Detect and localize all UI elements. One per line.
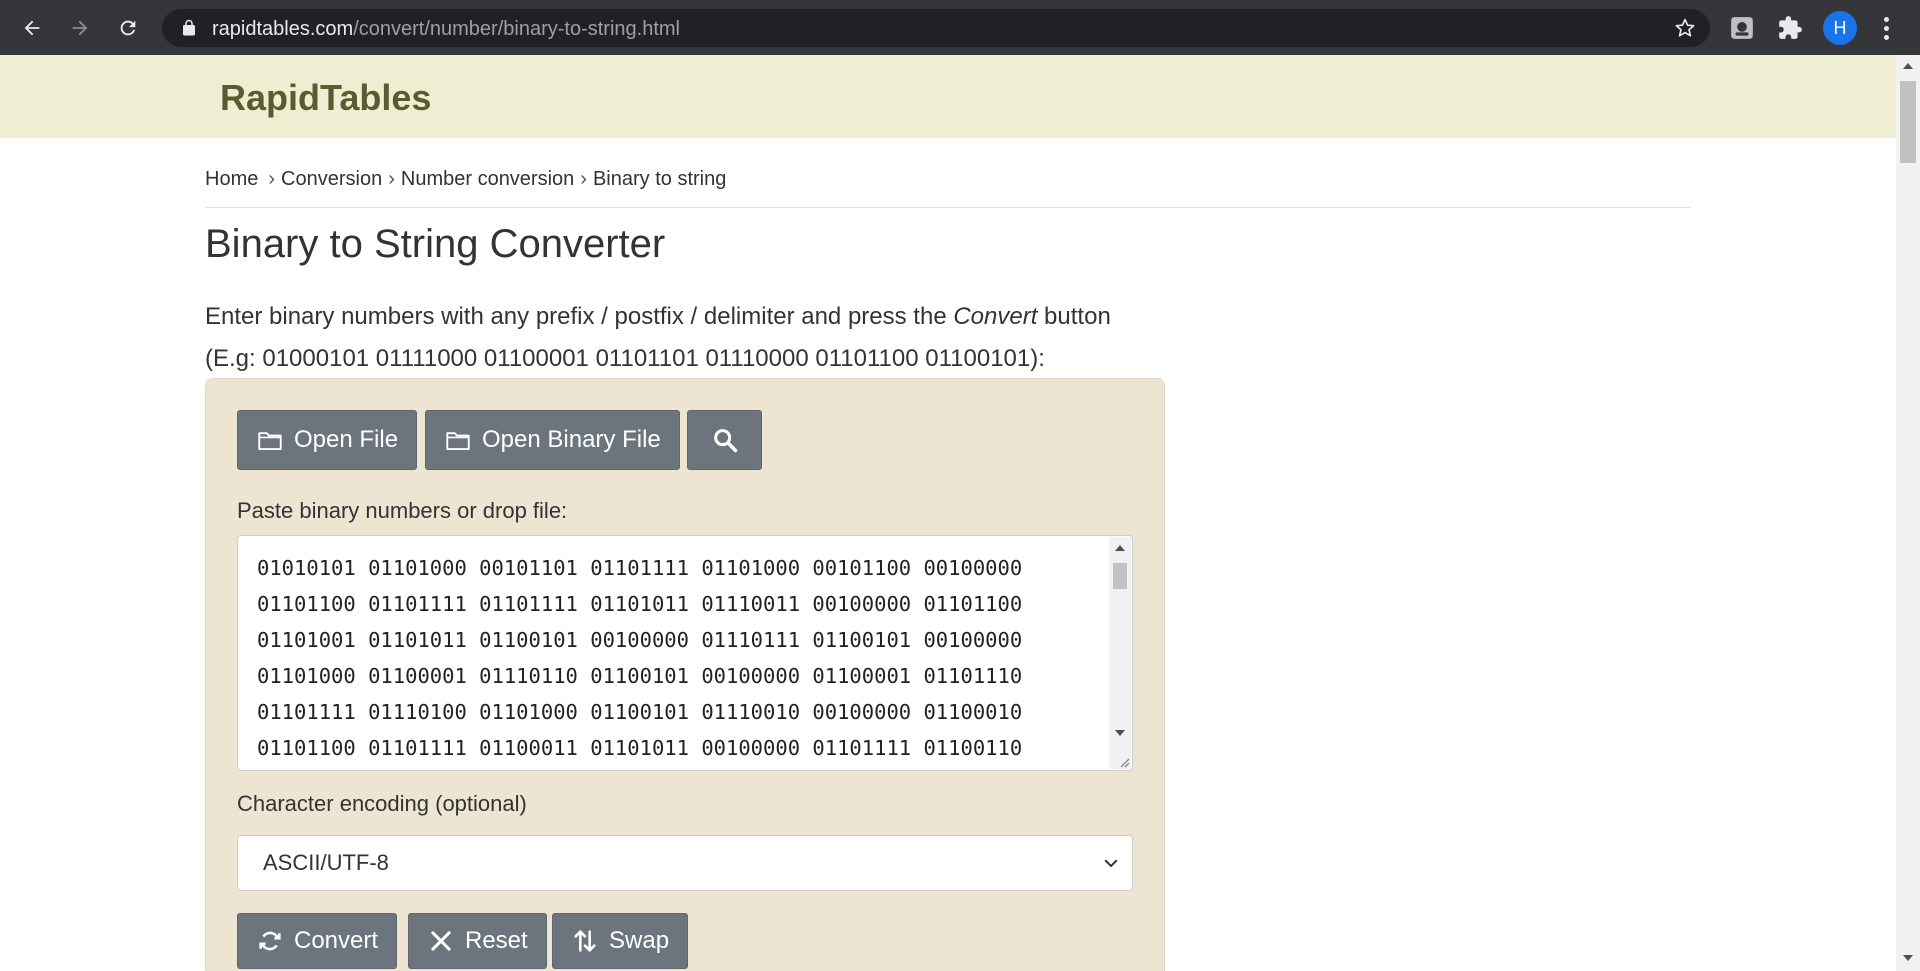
convert-label: Convert bbox=[294, 927, 379, 954]
scroll-down-arrow[interactable] bbox=[1903, 955, 1913, 961]
chevron-down-icon bbox=[1104, 859, 1118, 867]
breadcrumb-conversion[interactable]: Conversion bbox=[281, 168, 382, 190]
puzzle-icon bbox=[1779, 16, 1802, 39]
textarea-scroll-down[interactable] bbox=[1115, 730, 1125, 736]
close-icon bbox=[431, 931, 451, 951]
input-line: 01101111 01110100 01101000 01100101 0111… bbox=[257, 700, 1023, 724]
encoding-label: Character encoding (optional) bbox=[237, 791, 527, 816]
input-line: 01010101 01101000 00101101 01101111 0110… bbox=[257, 556, 1023, 580]
extension-icon bbox=[1731, 17, 1753, 39]
breadcrumb-current: Binary to string bbox=[592, 168, 727, 190]
intro-text: Enter binary numbers with any prefix / p… bbox=[205, 296, 1111, 380]
breadcrumb-divider bbox=[205, 207, 1691, 208]
reset-button[interactable]: Reset bbox=[408, 913, 547, 969]
url-text: rapidtables.com/convert/number/binary-to… bbox=[212, 18, 680, 41]
breadcrumb: Home › Conversion › Number conversion › Binary… bbox=[205, 168, 727, 190]
resize-grip-icon[interactable] bbox=[1116, 754, 1130, 768]
folder-icon bbox=[446, 432, 470, 451]
extension-button[interactable] bbox=[1728, 14, 1756, 42]
textarea-scroll-thumb[interactable] bbox=[1113, 563, 1127, 589]
encoding-select[interactable]: ASCII/UTF-8 bbox=[237, 835, 1133, 891]
swap-label: Swap bbox=[609, 927, 670, 954]
refresh-icon bbox=[259, 931, 281, 951]
reload-button[interactable] bbox=[110, 10, 146, 46]
swap-icon bbox=[574, 930, 596, 952]
lock-icon bbox=[183, 19, 195, 36]
intro-example: (E.g: 01000101 01111000 01100001 0110110… bbox=[205, 345, 1045, 372]
open-binary-file-button[interactable]: Open Binary File bbox=[425, 410, 680, 470]
site-header: RapidTables bbox=[0, 55, 1896, 138]
input-line: 01101001 01101011 01100101 00100000 0111… bbox=[257, 628, 1023, 652]
binary-input-value: 01010101 01101000 00101101 01101111 0110… bbox=[257, 550, 1022, 766]
textarea-scrollbar[interactable] bbox=[1109, 537, 1131, 769]
open-file-button[interactable]: Open File bbox=[237, 410, 418, 470]
intro-convert-emphasis: Convert bbox=[953, 303, 1038, 330]
folder-icon bbox=[258, 432, 282, 451]
page-title: Binary to String Converter bbox=[205, 222, 666, 266]
open-binary-file-label: Open Binary File bbox=[482, 426, 661, 453]
breadcrumb-number-conversion[interactable]: Number conversion bbox=[401, 168, 574, 190]
search-icon bbox=[713, 429, 737, 453]
converter-panel: Open File Open Binary File Paste binary … bbox=[205, 378, 1165, 971]
search-button[interactable] bbox=[687, 410, 762, 470]
input-line: 01101000 01100001 01110110 01100101 0010… bbox=[257, 664, 1023, 688]
swap-button[interactable]: Swap bbox=[552, 913, 689, 969]
url-host: rapidtables.com bbox=[212, 18, 354, 40]
reset-label: Reset bbox=[465, 927, 528, 954]
url-path: /convert/number/binary-to-string.html bbox=[353, 18, 680, 40]
convert-button[interactable]: Convert bbox=[237, 913, 398, 969]
encoding-selected-value: ASCII/UTF-8 bbox=[263, 850, 389, 875]
binary-input-textarea[interactable]: 01010101 01101000 00101101 01101111 0110… bbox=[237, 535, 1133, 771]
reload-icon bbox=[120, 20, 136, 36]
intro-line-1: Enter binary numbers with any prefix / p… bbox=[205, 303, 1111, 330]
breadcrumb-home[interactable]: Home bbox=[205, 168, 258, 190]
browser-menu-button[interactable] bbox=[1874, 12, 1898, 44]
star-icon[interactable] bbox=[1674, 17, 1696, 39]
profile-avatar[interactable]: H bbox=[1823, 11, 1857, 45]
input-line: 01101100 01101111 01101111 01101011 0111… bbox=[257, 592, 1023, 616]
textarea-scroll-up[interactable] bbox=[1115, 545, 1125, 551]
forward-arrow-icon bbox=[72, 20, 88, 36]
input-line: 01101100 01101111 01100011 01101011 0010… bbox=[257, 736, 1023, 760]
site-logo[interactable]: RapidTables bbox=[220, 77, 431, 119]
scroll-thumb[interactable] bbox=[1900, 81, 1916, 163]
browser-toolbar: rapidtables.com/convert/number/binary-to… bbox=[0, 0, 1920, 55]
forward-button[interactable] bbox=[62, 10, 98, 46]
back-arrow-icon bbox=[24, 20, 40, 36]
input-label: Paste binary numbers or drop file: bbox=[237, 498, 568, 523]
back-button[interactable] bbox=[14, 10, 50, 46]
extensions-menu-button[interactable] bbox=[1776, 14, 1804, 42]
page-scrollbar[interactable] bbox=[1896, 55, 1920, 971]
address-bar[interactable]: rapidtables.com/convert/number/binary-to… bbox=[162, 9, 1710, 47]
open-file-label: Open File bbox=[294, 426, 399, 453]
scroll-up-arrow[interactable] bbox=[1903, 63, 1913, 69]
